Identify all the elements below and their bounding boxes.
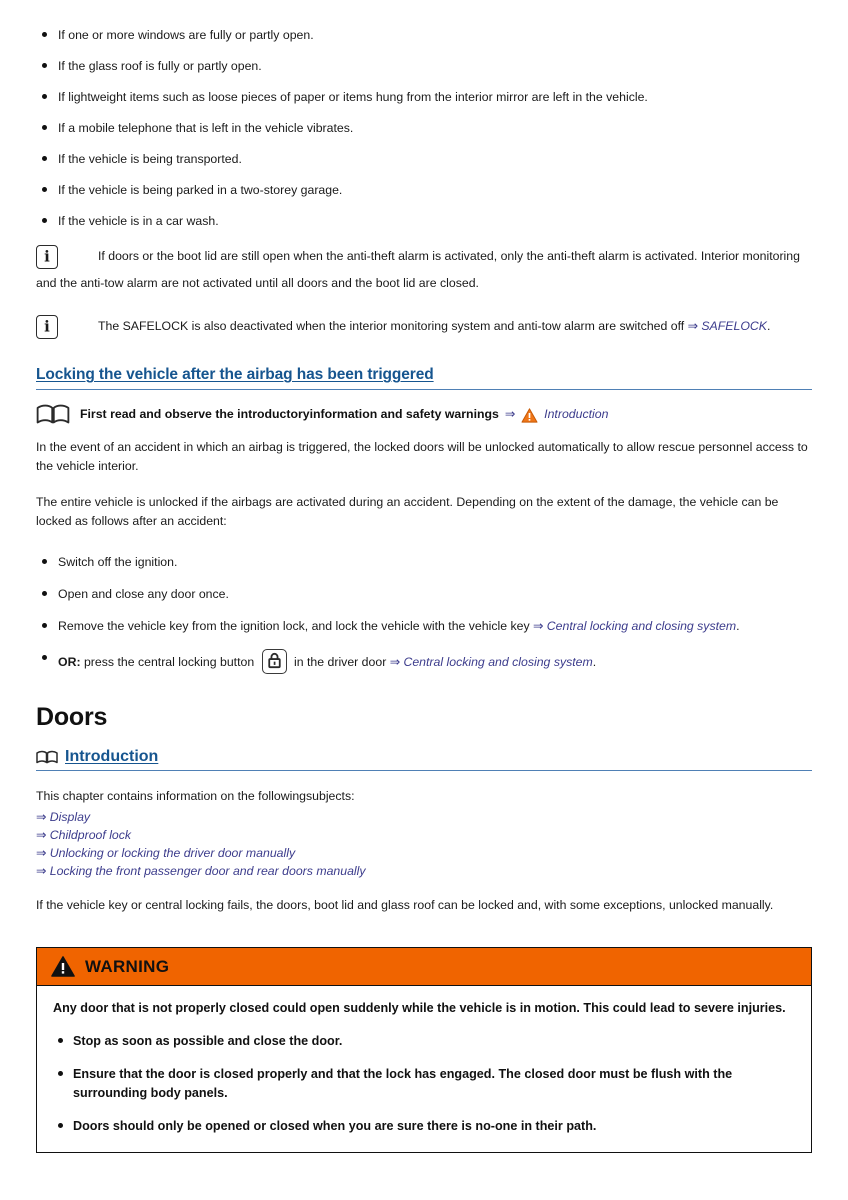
doors-closing-paragraph: If the vehicle key or central locking fa… [36, 898, 774, 912]
list-item: Ensure that the door is closed properly … [53, 1065, 795, 1103]
or-prefix: OR: [58, 655, 81, 669]
list-item: Remove the vehicle key from the ignition… [36, 617, 812, 635]
list-item-text: Ensure that the door is closed properly … [73, 1067, 733, 1100]
xref-arrow-icon: ⇒ [389, 655, 401, 669]
xref-link-unlocking-driver-door[interactable]: Unlocking or locking the driver door man… [50, 846, 295, 860]
section-heading-text: Locking the vehicle after the airbag has… [36, 366, 434, 383]
info-note-text: The SAFELOCK is also deactivated when th… [98, 319, 688, 333]
chapter-title-doors: Doors [36, 703, 108, 731]
chapter-xref-list: ⇒ Display ⇒ Childproof lock ⇒ Unlocking … [36, 808, 812, 880]
list-item-text: Remove the vehicle key from the ignition… [58, 619, 534, 633]
info-note: The SAFELOCK is also deactivated when th… [36, 313, 812, 340]
warning-box: WARNING Any door that is not properly cl… [36, 947, 812, 1153]
warning-box-header: WARNING [37, 948, 811, 986]
xref-link-central-locking[interactable]: Central locking and closing system [547, 619, 736, 633]
info-note-text: If doors or the boot lid are still open … [36, 249, 800, 290]
list-item: If the vehicle is being parked in a two-… [36, 181, 812, 199]
xref-arrow-icon: ⇒ [36, 828, 47, 842]
xref-row: ⇒ Display [36, 808, 812, 826]
xref-arrow-icon: ⇒ [36, 846, 47, 860]
warning-triangle-icon [521, 407, 538, 423]
list-item-text: If lightweight items such as loose piece… [58, 90, 648, 104]
list-item-text: If a mobile telephone that is left in th… [58, 121, 354, 135]
info-note: If doors or the boot lid are still open … [36, 243, 812, 297]
open-book-icon [36, 750, 58, 764]
xref-arrow-icon: ⇒ [687, 319, 698, 333]
xref-link-locking-passenger-door[interactable]: Locking the front passenger door and rea… [50, 864, 366, 878]
list-item-text: If the glass roof is fully or partly ope… [58, 59, 262, 73]
airbag-paragraph-1: In the event of an accident in which an … [36, 440, 808, 473]
open-book-icon [36, 404, 70, 424]
xref-link-central-locking[interactable]: Central locking and closing system [403, 655, 592, 669]
airbag-locking-steps-list: Switch off the ignition. Open and close … [36, 553, 812, 675]
warning-label: WARNING [85, 956, 170, 976]
section-heading-airbag-locking: Locking the vehicle after the airbag has… [36, 366, 812, 390]
list-item-text: Switch off the ignition. [58, 555, 178, 569]
lock-button-icon[interactable] [261, 649, 287, 674]
list-item: If the vehicle is being transported. [36, 150, 812, 168]
read-first-text: First read and observe the introductoryi… [80, 407, 499, 421]
trailing-punct: . [592, 655, 597, 669]
note-trailing-punct: . [766, 319, 771, 333]
trailing-punct: . [736, 619, 740, 633]
xref-link-safelock[interactable]: SAFELOCK [701, 319, 767, 333]
list-item-text: If the vehicle is being transported. [58, 152, 242, 166]
warning-box-body: Any door that is not properly closed cou… [37, 986, 811, 1152]
list-item: If the glass roof is fully or partly ope… [36, 57, 812, 75]
xref-row: ⇒ Childproof lock [36, 826, 812, 844]
info-icon [36, 315, 58, 339]
xref-link-introduction[interactable]: Introduction [544, 407, 608, 421]
list-item: OR: press the central locking button in … [36, 649, 812, 675]
airbag-paragraph-2: The entire vehicle is unlocked if the ai… [36, 495, 779, 528]
list-item-text: If the vehicle is being parked in a two-… [58, 183, 343, 197]
xref-arrow-icon: ⇒ [36, 864, 47, 878]
list-item: If the vehicle is in a car wash. [36, 212, 812, 230]
warning-triangle-icon [51, 956, 75, 977]
list-item-text: If one or more windows are fully or part… [58, 28, 314, 42]
list-item-text: press the central locking button [80, 655, 258, 669]
xref-arrow-icon: ⇒ [504, 407, 516, 421]
intro-lead-text: This chapter contains information on the… [36, 789, 355, 803]
list-item-text: Stop as soon as possible and close the d… [73, 1034, 343, 1048]
list-item: Doors should only be opened or closed wh… [53, 1117, 795, 1136]
read-first-notice: First read and observe the introductoryi… [36, 404, 812, 424]
info-icon [36, 245, 58, 269]
list-item: If lightweight items such as loose piece… [36, 88, 812, 106]
list-item-text-middle: in the driver door [290, 655, 390, 669]
document-page: If one or more windows are fully or part… [0, 0, 848, 1153]
xref-row: ⇒ Locking the front passenger door and r… [36, 862, 812, 880]
list-item: Switch off the ignition. [36, 553, 812, 571]
section-heading-text: Introduction [65, 748, 159, 765]
list-item: Stop as soon as possible and close the d… [53, 1032, 795, 1051]
xref-arrow-icon: ⇒ [36, 810, 47, 824]
xref-link-display[interactable]: Display [50, 810, 90, 824]
list-item-text: Open and close any door once. [58, 587, 229, 601]
alarm-conditions-list: If one or more windows are fully or part… [36, 26, 812, 230]
xref-row: ⇒ Unlocking or locking the driver door m… [36, 844, 812, 862]
xref-arrow-icon: ⇒ [533, 619, 544, 633]
section-heading-introduction: Introduction [36, 748, 812, 771]
list-item: If a mobile telephone that is left in th… [36, 119, 812, 137]
warning-lead-text: Any door that is not properly closed cou… [53, 1001, 786, 1015]
list-item-text: Doors should only be opened or closed wh… [73, 1119, 597, 1133]
list-item: Open and close any door once. [36, 585, 812, 603]
warning-bullet-list: Stop as soon as possible and close the d… [53, 1032, 795, 1136]
xref-link-childproof-lock[interactable]: Childproof lock [50, 828, 131, 842]
list-item: If one or more windows are fully or part… [36, 26, 812, 44]
list-item-text: If the vehicle is in a car wash. [58, 214, 219, 228]
